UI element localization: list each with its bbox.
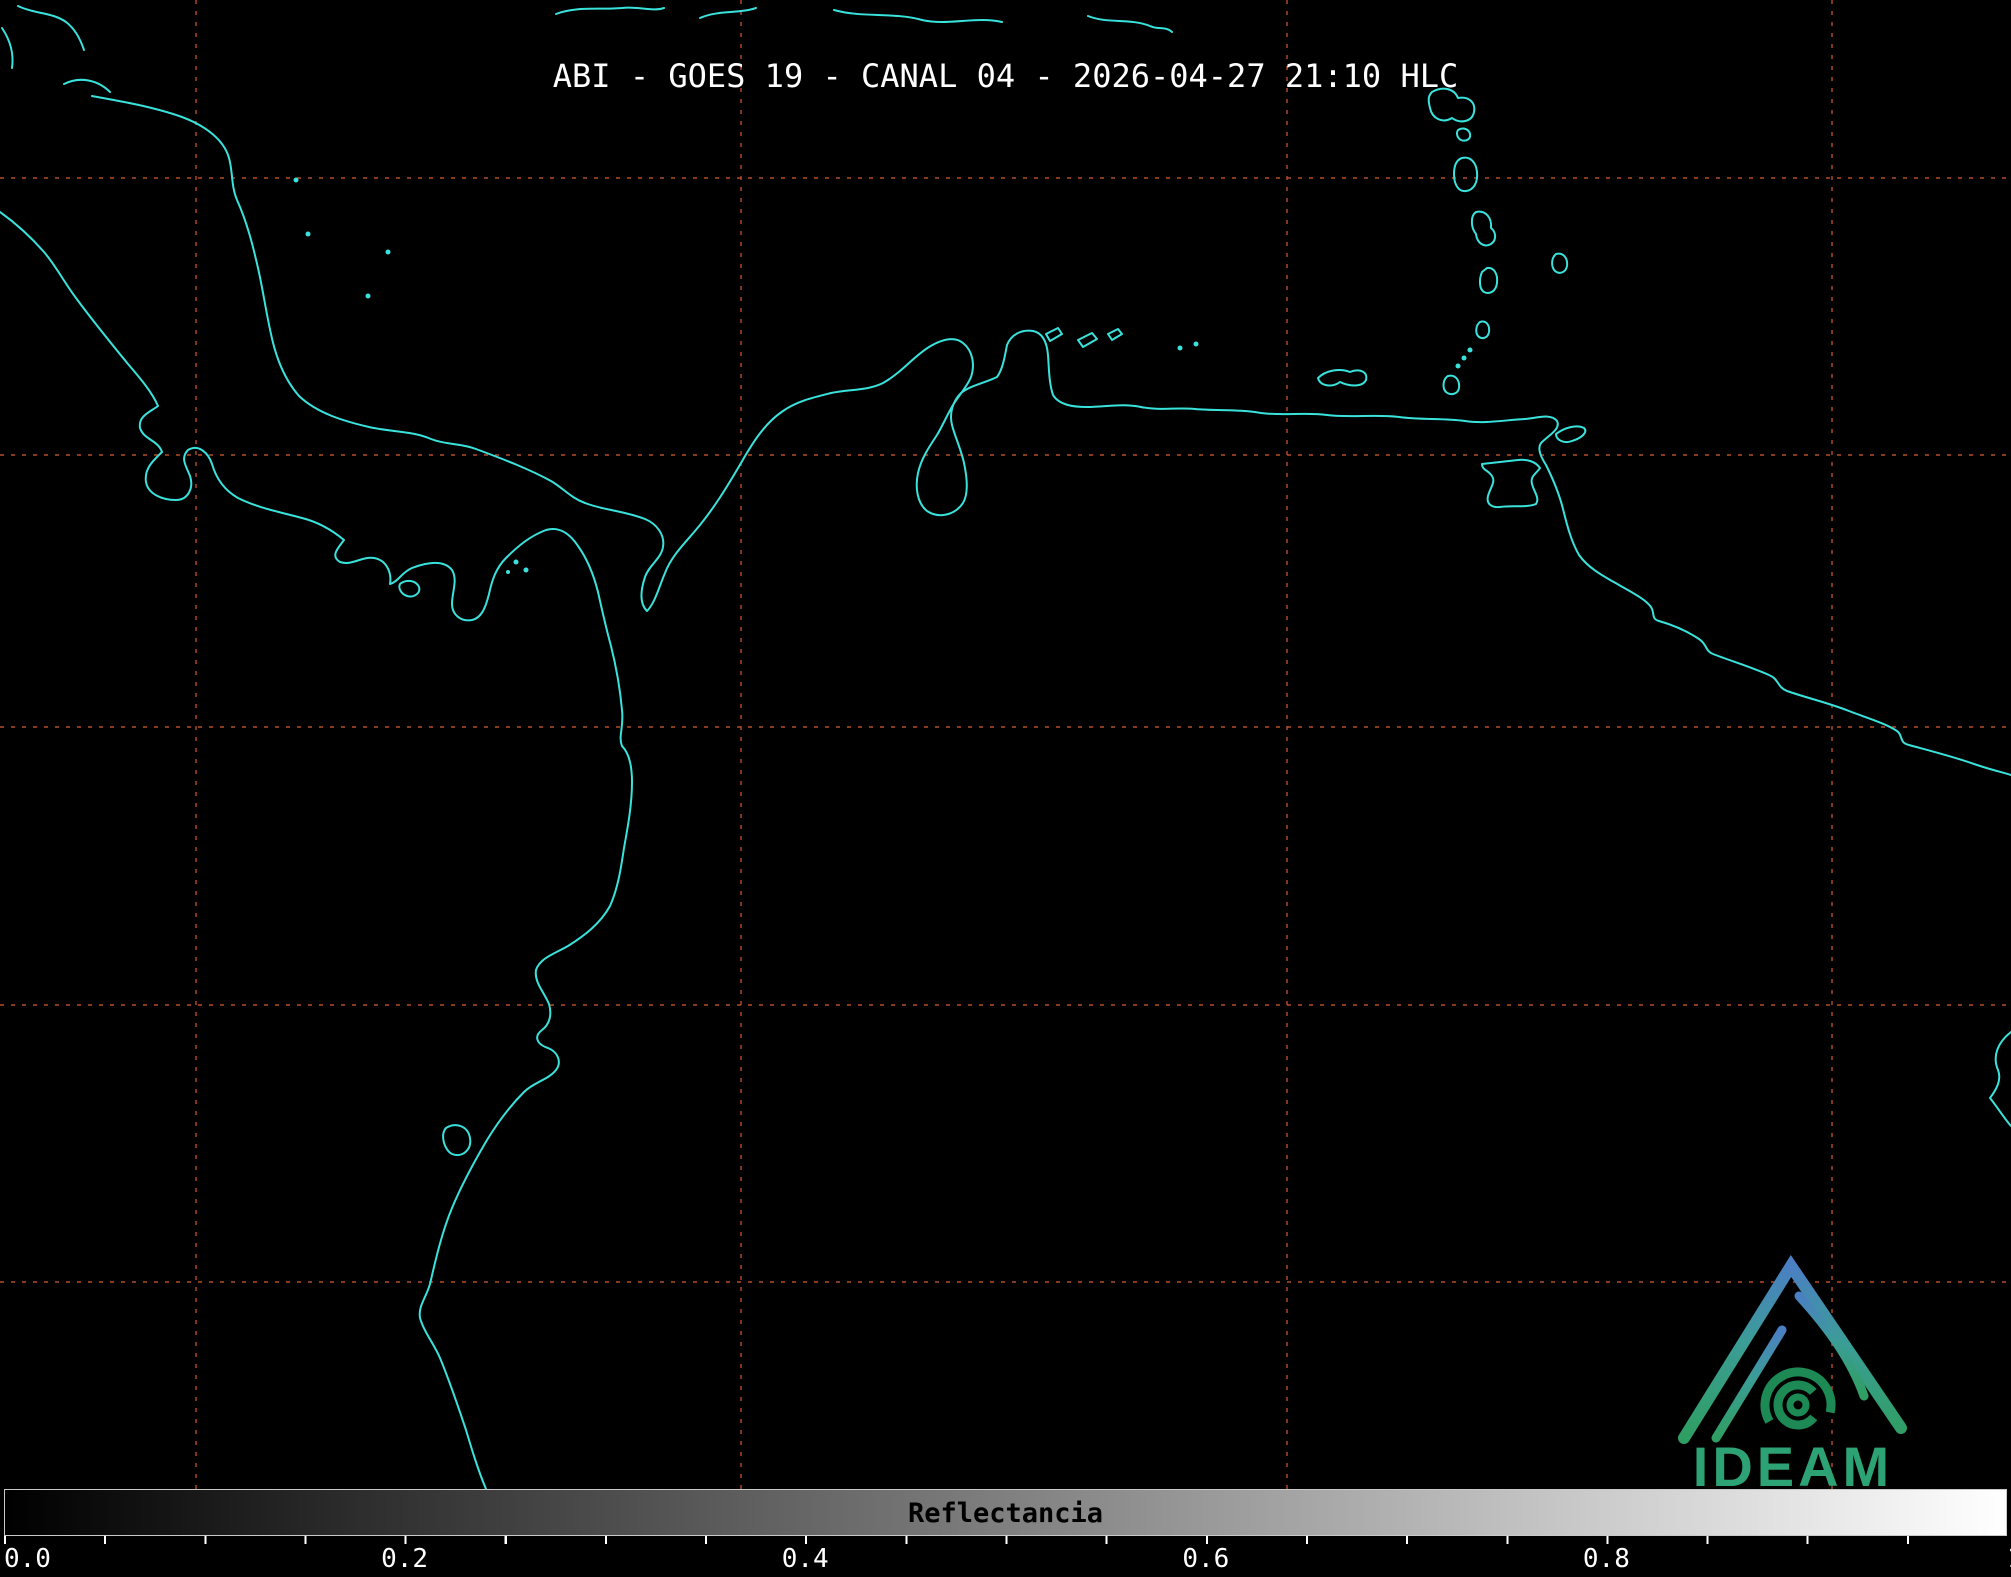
colorbar: Reflectancia 0.0 0.2 0.4 0.6 0.8 1.0 [0, 1489, 2011, 1577]
venezuela-offshore-islands [1046, 328, 1366, 386]
spiral-arc [1770, 1377, 1826, 1433]
ideam-logo: IDEAM [1684, 1266, 1901, 1498]
island [399, 581, 419, 597]
colorbar-tick-labels: 0.0 0.2 0.4 0.6 0.8 1.0 [4, 1544, 2007, 1574]
coast-fragment [1990, 1032, 2011, 1126]
coast-fragment [1088, 16, 1172, 32]
colorbar-label: Reflectancia [5, 1498, 2006, 1529]
pacific-coast [0, 212, 632, 1489]
coastlines [0, 6, 2011, 1489]
islet [1462, 356, 1467, 361]
island [1078, 333, 1097, 347]
islet [366, 294, 371, 299]
coast-fragment [556, 8, 664, 14]
colorbar-gradient: Reflectancia [4, 1489, 2007, 1536]
islet [524, 568, 529, 573]
coast-fragment [18, 6, 84, 50]
island [1454, 158, 1477, 191]
graticule-gridlines [0, 0, 2011, 1489]
island [1552, 254, 1567, 273]
island [1472, 212, 1495, 246]
coast-fragment [700, 8, 756, 18]
island [443, 1125, 470, 1155]
islet [1194, 342, 1199, 347]
island [1556, 426, 1585, 442]
colorbar-tick-label: 0.8 [1583, 1544, 1630, 1574]
caribbean-south-america-coast [92, 96, 2011, 775]
islet [1178, 346, 1183, 351]
spiral-arc [1790, 1397, 1806, 1413]
coast-fragment [834, 10, 1002, 22]
islet [386, 250, 391, 255]
colorbar-tick-label: 0.0 [4, 1544, 51, 1574]
island [1457, 129, 1470, 141]
island [1476, 322, 1489, 339]
island-margarita [1318, 370, 1366, 386]
island-trinidad [1482, 460, 1540, 507]
island [1108, 329, 1122, 340]
lesser-antilles-islands [1429, 89, 1586, 508]
product-title: ABI - GOES 19 - CANAL 04 - 2026-04-27 21… [0, 57, 2011, 95]
island [1480, 268, 1497, 293]
satellite-image-view: IDEAM ABI - GOES 19 - CANAL 04 - 2026-04… [0, 0, 2011, 1577]
island [1046, 328, 1062, 341]
islet [306, 232, 311, 237]
islet [506, 570, 510, 574]
colorbar-tick-label: 0.4 [782, 1544, 829, 1574]
colorbar-tick-label: 0.2 [381, 1544, 428, 1574]
islet [1468, 348, 1473, 353]
islet [294, 178, 299, 183]
islet [1456, 364, 1461, 369]
small-island-dots [294, 178, 1473, 575]
satellite-map: IDEAM [0, 0, 2011, 1577]
islet [514, 560, 519, 565]
island [1444, 376, 1460, 394]
colorbar-tick-label: 0.6 [1182, 1544, 1229, 1574]
colorbar-tick-marks [4, 1536, 2007, 1544]
